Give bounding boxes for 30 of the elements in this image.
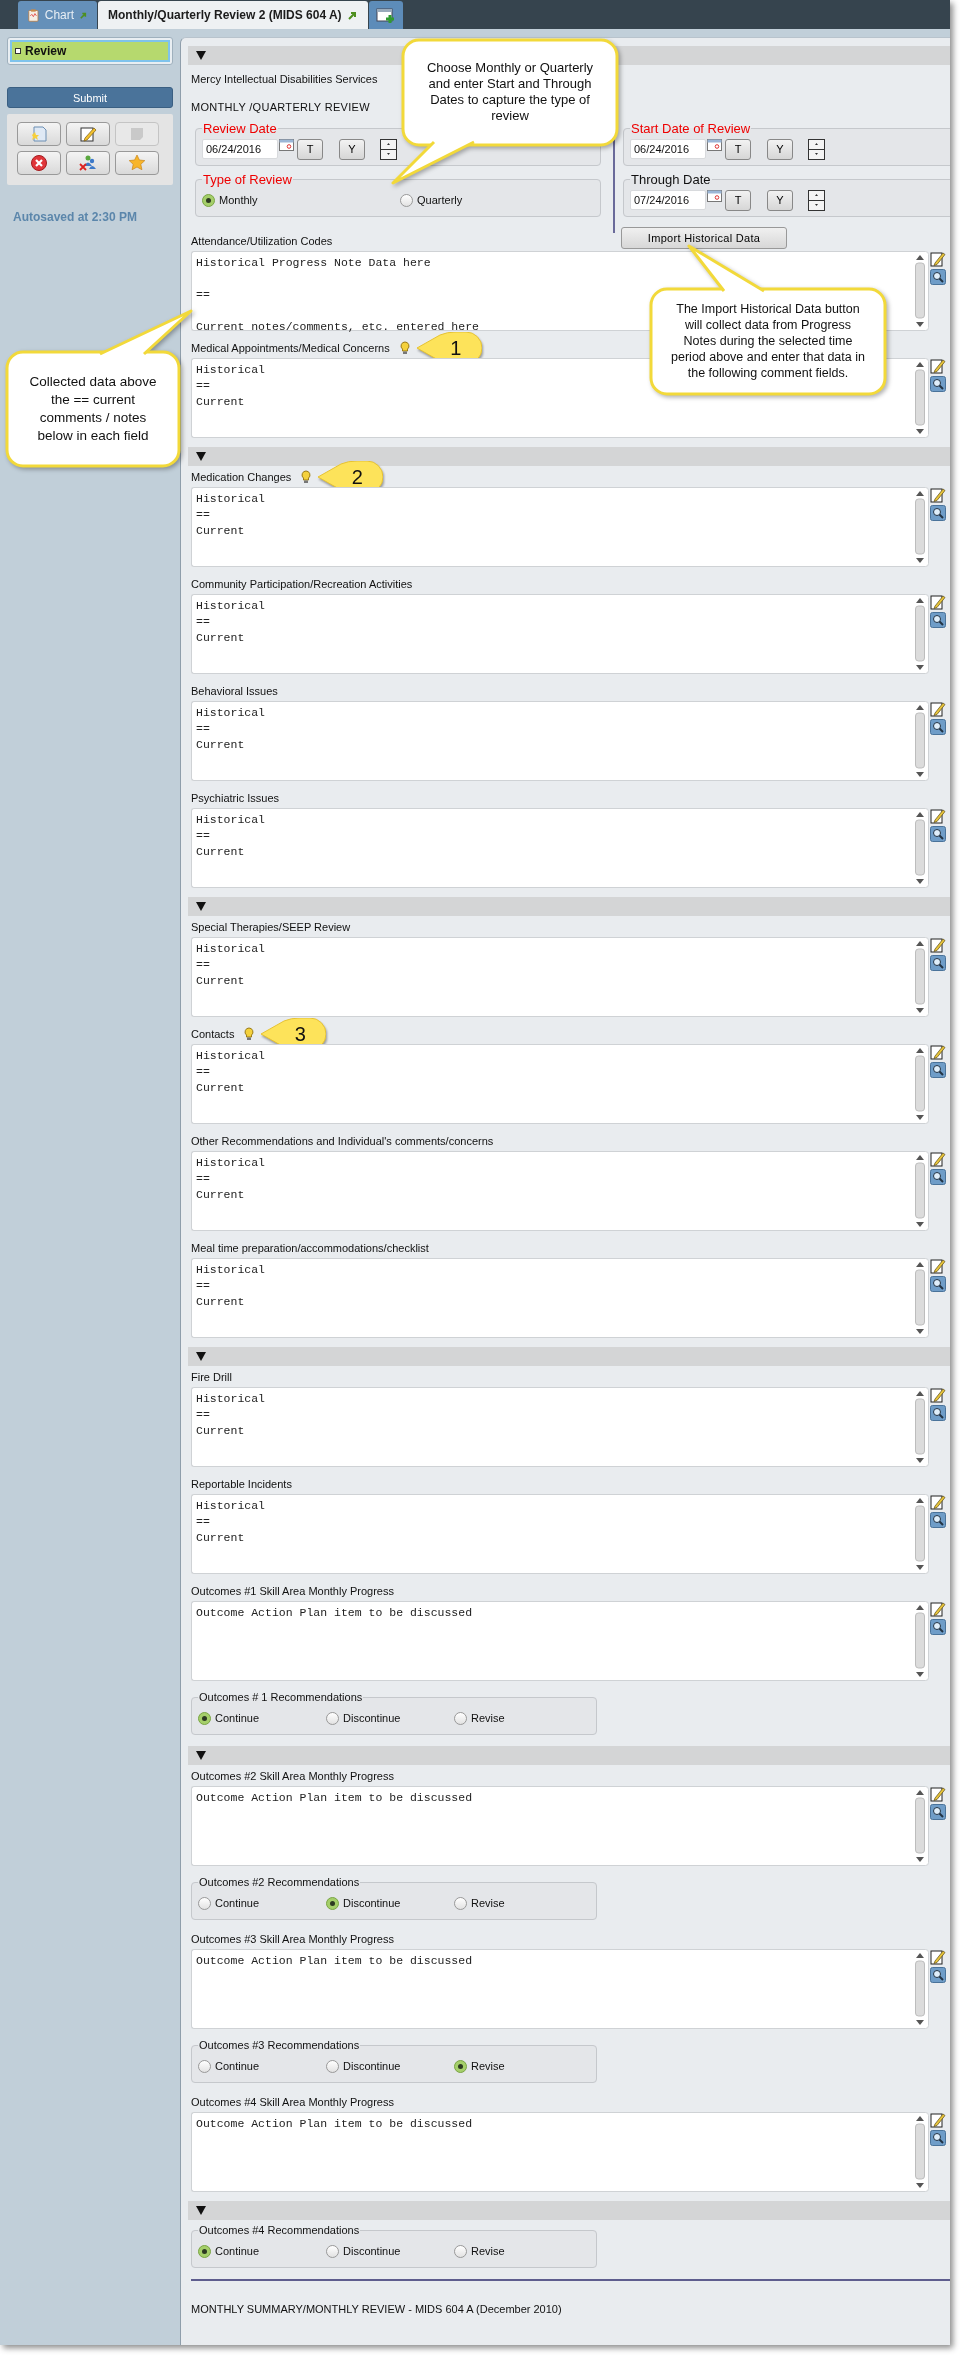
- field-label: Meal time preparation/accommodations/checklist: [191, 1242, 429, 1254]
- field-label: Attendance/Utilization Codes: [191, 235, 333, 247]
- field-label: Contacts: [191, 1028, 235, 1040]
- group-legend: Through Date: [630, 172, 712, 187]
- field-label: Outcomes #4 Skill Area Monthly Progress: [191, 2096, 394, 2108]
- group-legend: Outcomes #2 Recommendations: [198, 1875, 361, 1890]
- form-footer: MONTHLY SUMMARY/MONTHLY REVIEW - MIDS 604 A (December 2010): [191, 2303, 950, 2315]
- group-legend: Type of Review: [202, 172, 293, 187]
- autosave-status: Autosaved at 2:30 PM: [13, 210, 139, 224]
- field-label: Reportable Incidents: [191, 1478, 292, 1490]
- field-label: Special Therapies/SEEP Review: [191, 921, 351, 933]
- organization-name: Mercy Intellectual Disabilities Services: [191, 73, 378, 85]
- group-legend: Start Date of Review: [630, 121, 752, 136]
- callout-number: 1: [450, 337, 462, 359]
- field-label: Outcomes #2 Skill Area Monthly Progress: [191, 1770, 394, 1782]
- group-legend: Outcomes #3 Recommendations: [198, 2038, 361, 2053]
- field-label: Fire Drill: [191, 1371, 232, 1383]
- callout-number: 2: [351, 466, 363, 488]
- field-label: Behavioral Issues: [191, 685, 278, 697]
- field-label: Medical Appointments/Medical Concerns: [191, 342, 390, 354]
- group-legend: Outcomes # 1 Recommendations: [198, 1690, 364, 1705]
- field-label: Psychiatric Issues: [191, 792, 280, 804]
- group-legend: Review Date: [202, 121, 278, 136]
- callout-number: 3: [294, 1023, 306, 1045]
- field-label: Medication Changes: [191, 471, 292, 483]
- group-legend: Outcomes #4 Recommendations: [198, 2223, 361, 2238]
- field-label: Outcomes #1 Skill Area Monthly Progress: [191, 1585, 394, 1597]
- field-label: Other Recommendations and Individual's comments/concerns: [191, 1135, 494, 1147]
- field-label: Outcomes #3 Skill Area Monthly Progress: [191, 1933, 394, 1945]
- field-label: Community Participation/Recreation Activities: [191, 578, 413, 590]
